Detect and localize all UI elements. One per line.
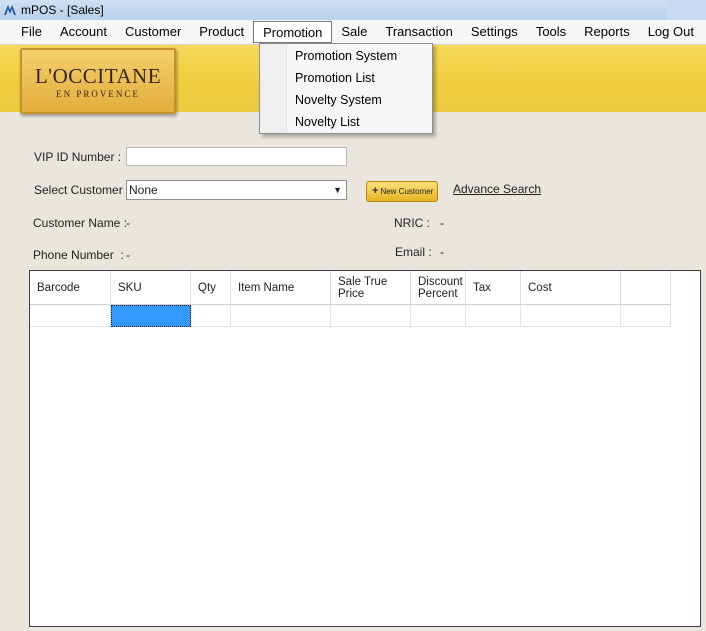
nric-label: NRIC :: [394, 216, 430, 230]
cell-cost[interactable]: [521, 305, 621, 327]
column-discount-percent[interactable]: Discount Percent: [411, 271, 466, 305]
select-customer-label: Select Customer :: [34, 183, 130, 197]
column-tax[interactable]: Tax: [466, 271, 521, 305]
menu-customer[interactable]: Customer: [116, 21, 190, 43]
phone-number-label: Phone Number :: [33, 248, 124, 262]
cell-sku-selected[interactable]: [111, 305, 191, 327]
customer-select[interactable]: None ▼: [126, 180, 347, 200]
advance-search-link[interactable]: Advance Search: [453, 182, 541, 196]
menu-reports[interactable]: Reports: [575, 21, 639, 43]
window-controls[interactable]: [666, 0, 706, 20]
mpos-app-icon: [4, 5, 16, 15]
dropdown-arrow-icon: ▼: [333, 185, 342, 195]
column-item-name[interactable]: Item Name: [231, 271, 331, 305]
cell-tax[interactable]: [466, 305, 521, 327]
sales-items-grid[interactable]: Barcode SKU Qty Item Name Sale True Pric…: [29, 270, 701, 627]
menu-bar: File Account Customer Product Promotion …: [0, 20, 706, 45]
cell-barcode[interactable]: [30, 305, 111, 327]
menu-product[interactable]: Product: [190, 21, 253, 43]
vip-id-label: VIP ID Number :: [34, 150, 122, 164]
cell-item-name[interactable]: [231, 305, 331, 327]
menu-file[interactable]: File: [12, 21, 51, 43]
menu-sale[interactable]: Sale: [332, 21, 376, 43]
menu-log-out[interactable]: Log Out: [639, 21, 703, 43]
new-customer-label: New Customer: [380, 187, 434, 196]
customer-name-label: Customer Name :: [33, 216, 128, 230]
column-sku[interactable]: SKU: [111, 271, 191, 305]
cell-extra[interactable]: [621, 305, 671, 327]
cell-qty[interactable]: [191, 305, 231, 327]
column-sale-true-price[interactable]: Sale True Price: [331, 271, 411, 305]
column-qty[interactable]: Qty: [191, 271, 231, 305]
nric-value: -: [440, 216, 444, 230]
grid-header: Barcode SKU Qty Item Name Sale True Pric…: [30, 271, 671, 305]
column-cost[interactable]: Cost: [521, 271, 621, 305]
menu-icon-gutter: [260, 44, 287, 133]
cell-discount-percent[interactable]: [411, 305, 466, 327]
brand-name: L'OCCITANE: [34, 64, 162, 88]
title-bar: mPOS - [Sales]: [0, 0, 706, 20]
cell-sale-true-price[interactable]: [331, 305, 411, 327]
column-extra[interactable]: [621, 271, 671, 305]
new-customer-button[interactable]: + New Customer: [366, 181, 438, 202]
email-value: -: [440, 245, 444, 259]
column-barcode[interactable]: Barcode: [30, 271, 111, 305]
phone-number-value: -: [126, 248, 130, 262]
menu-item-novelty-system[interactable]: Novelty System: [295, 89, 382, 111]
menu-promotion[interactable]: Promotion: [253, 21, 333, 43]
menu-tools[interactable]: Tools: [527, 21, 575, 43]
menu-item-promotion-system[interactable]: Promotion System: [295, 45, 397, 67]
promotion-dropdown-menu: Promotion System Promotion List Novelty …: [259, 43, 433, 134]
vip-id-input[interactable]: [126, 147, 347, 166]
email-label: Email :: [395, 245, 432, 259]
menu-settings[interactable]: Settings: [462, 21, 527, 43]
plus-icon: +: [372, 185, 379, 197]
menu-account[interactable]: Account: [51, 21, 116, 43]
brand-logo: L'OCCITANE EN PROVENCE: [20, 48, 176, 114]
window-title: mPOS - [Sales]: [21, 3, 104, 17]
menu-item-novelty-list[interactable]: Novelty List: [295, 111, 360, 133]
menu-transaction[interactable]: Transaction: [376, 21, 461, 43]
menu-item-promotion-list[interactable]: Promotion List: [295, 67, 375, 89]
customer-name-value: -: [126, 216, 130, 230]
customer-select-value: None: [129, 183, 158, 197]
table-row[interactable]: [30, 305, 671, 327]
brand-subtitle: EN PROVENCE: [56, 89, 140, 99]
